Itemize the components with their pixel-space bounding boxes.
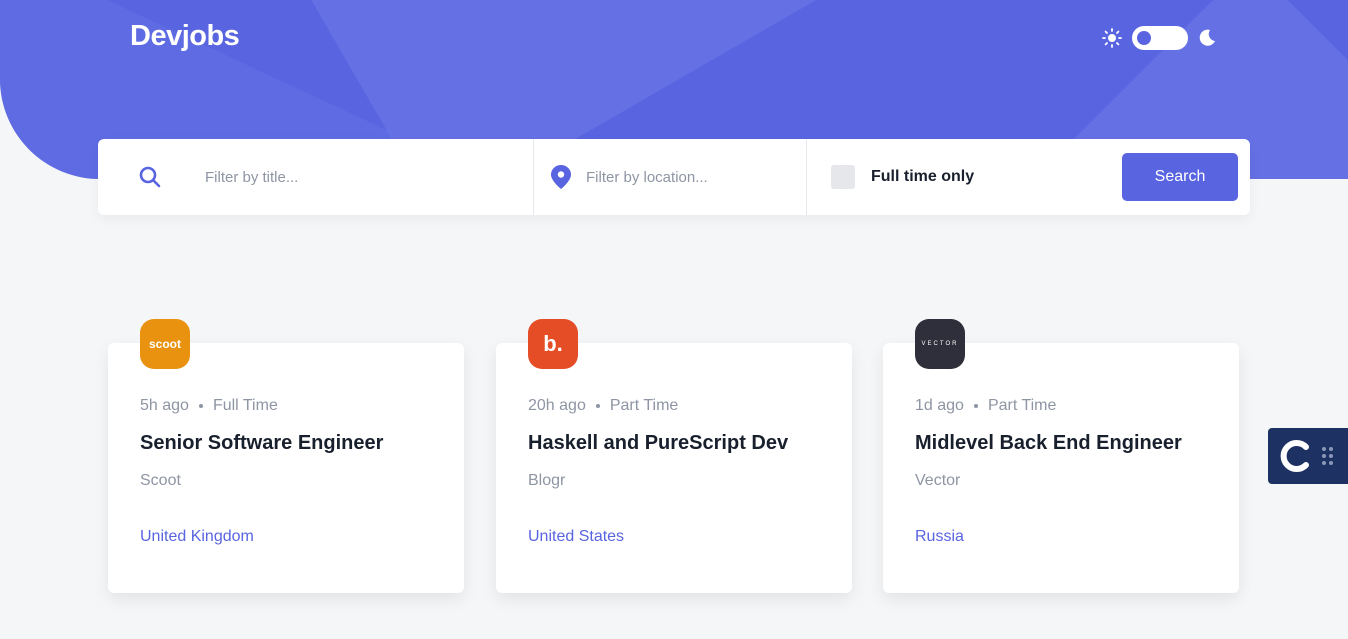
posted-time: 5h ago <box>140 397 189 414</box>
job-meta: 5h ago Full Time <box>140 397 278 415</box>
theme-switcher <box>1102 26 1216 50</box>
contract-type: Full Time <box>212 397 278 414</box>
title-filter-input[interactable] <box>205 168 425 186</box>
moon-icon <box>1199 29 1215 46</box>
toggle-knob <box>1137 31 1151 45</box>
job-card[interactable]: b. 20h ago Part Time Haskell and PureScr… <box>496 319 852 593</box>
job-meta: 1d ago Part Time <box>915 397 1056 415</box>
sun-icon <box>1102 28 1122 48</box>
job-title[interactable]: Senior Software Engineer <box>140 432 383 455</box>
job-card[interactable]: vector 1d ago Part Time Midlevel Back En… <box>883 319 1239 593</box>
search-bar: Full time only Search <box>98 139 1250 215</box>
contract-type: Part Time <box>609 397 679 414</box>
job-card[interactable]: scoot 5h ago Full Time Senior Software E… <box>108 319 464 593</box>
company-name: Vector <box>915 472 961 489</box>
theme-toggle[interactable] <box>1132 26 1188 50</box>
search-button[interactable]: Search <box>1122 153 1238 201</box>
title-filter <box>98 139 534 215</box>
job-meta: 20h ago Part Time <box>528 397 678 415</box>
company-logo: vector <box>915 319 965 369</box>
company-name: Scoot <box>140 472 181 489</box>
fulltime-filter: Full time only Search <box>807 139 1250 215</box>
location-pin-icon <box>551 165 571 189</box>
posted-time: 1d ago <box>915 397 964 414</box>
company-logo: b. <box>528 319 578 369</box>
fulltime-checkbox[interactable] <box>831 165 855 189</box>
search-icon <box>139 166 161 188</box>
company-name: Blogr <box>528 472 566 489</box>
contract-type: Part Time <box>987 397 1057 414</box>
drag-handle-icon[interactable] <box>1322 447 1333 465</box>
separator-dot <box>198 404 203 408</box>
location-filter-input[interactable] <box>586 168 786 186</box>
posted-time: 20h ago <box>528 397 586 414</box>
floating-widget[interactable] <box>1268 428 1348 484</box>
job-location: United States <box>528 528 625 545</box>
separator-dot <box>973 404 978 408</box>
app-logo-icon <box>1280 440 1309 472</box>
job-location: Russia <box>915 528 964 545</box>
location-filter <box>534 139 807 215</box>
separator-dot <box>595 404 600 408</box>
fulltime-label[interactable]: Full time only <box>871 168 974 186</box>
company-logo: scoot <box>140 319 190 369</box>
job-title[interactable]: Haskell and PureScript Dev <box>528 432 788 455</box>
job-title[interactable]: Midlevel Back End Engineer <box>915 432 1182 455</box>
job-location: United Kingdom <box>140 528 254 545</box>
site-logo[interactable]: Devjobs <box>130 20 240 53</box>
